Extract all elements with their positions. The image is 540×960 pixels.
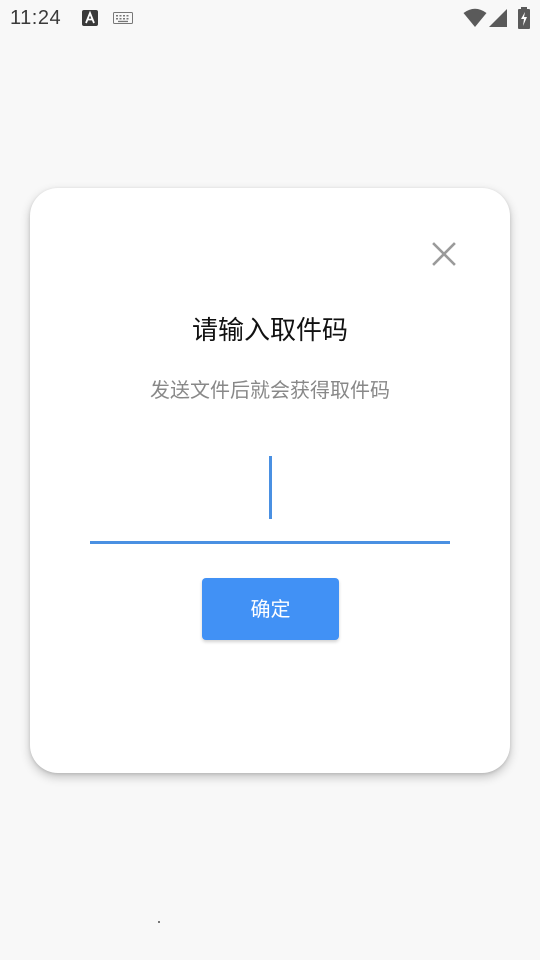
wifi-icon (463, 8, 487, 27)
close-button[interactable] (426, 236, 462, 272)
status-time: 11:24 (10, 7, 62, 29)
a-notification-icon (82, 10, 98, 26)
dialog-subtitle: 发送文件后就会获得取件码 (150, 378, 390, 402)
navigation-dot (158, 921, 160, 923)
close-icon (432, 242, 456, 266)
pickup-code-input[interactable] (90, 446, 450, 546)
screen: 11:24 请输入取件码 发送文件后就会获得取件码 确定 (0, 0, 540, 960)
signal-icon (489, 9, 507, 27)
confirm-button[interactable]: 确定 (202, 578, 339, 640)
pickup-code-dialog: 请输入取件码 发送文件后就会获得取件码 确定 (30, 188, 510, 773)
input-underline (90, 541, 450, 544)
keyboard-icon (113, 12, 133, 24)
battery-charging-icon (518, 7, 530, 29)
dialog-title: 请输入取件码 (191, 316, 348, 346)
status-bar: 11:24 (0, 0, 540, 36)
text-cursor (269, 456, 272, 519)
